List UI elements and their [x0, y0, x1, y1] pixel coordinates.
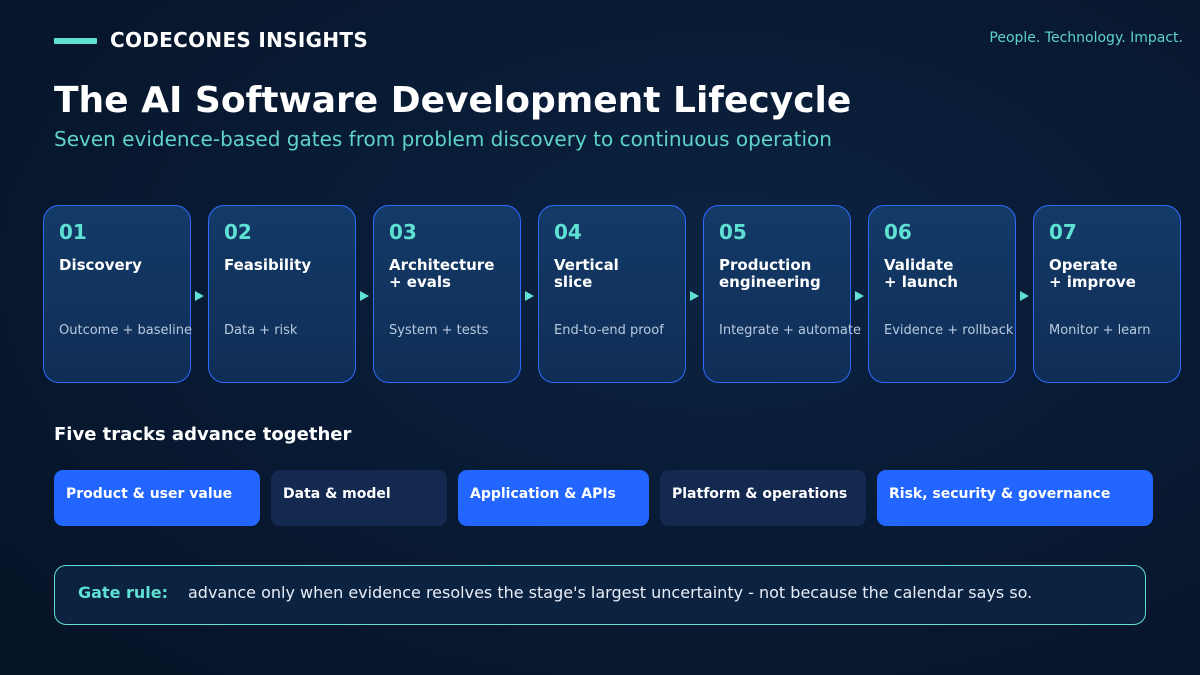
connector-arrow-icon: [195, 291, 204, 301]
track-product-user-value: Product & user value: [54, 470, 260, 526]
stage-number: 03: [389, 220, 417, 244]
stage-name: Feasibility: [224, 256, 312, 274]
page-subtitle: Seven evidence-based gates from problem …: [54, 127, 832, 151]
track-data-model: Data & model: [271, 470, 447, 526]
stage-description: Data + risk: [224, 323, 298, 338]
stage-number: 04: [554, 220, 582, 244]
connector-arrow-icon: [360, 291, 369, 301]
stage-card-operate-improve: 07 Operate + improve Monitor + learn: [1033, 205, 1181, 383]
stage-description: Integrate + automate: [719, 323, 861, 338]
stage-card-production-engineering: 05 Production engineering Integrate + au…: [703, 205, 861, 383]
track-risk-security-governance: Risk, security & governance: [877, 470, 1153, 526]
stage-description: End-to-end proof: [554, 323, 664, 338]
stage-number: 02: [224, 220, 252, 244]
connector-arrow-icon: [690, 291, 699, 301]
stage-number: 06: [884, 220, 912, 244]
tracks-section-title: Five tracks advance together: [54, 424, 352, 445]
stage-card-validate-launch: 06 Validate + launch Evidence + rollback: [868, 205, 1016, 383]
stage-number: 05: [719, 220, 747, 244]
gate-rule-text: advance only when evidence resolves the …: [188, 583, 1033, 602]
gate-rule-label: Gate rule:: [78, 583, 169, 602]
connector-arrow-icon: [1020, 291, 1029, 301]
stage-description: Monitor + learn: [1049, 323, 1151, 338]
page-title: The AI Software Development Lifecycle: [54, 80, 852, 121]
tagline: People. Technology. Impact.: [989, 30, 1183, 46]
stage-card-discovery: 01 Discovery Outcome + baseline: [43, 205, 192, 383]
stage-description: Evidence + rollback: [884, 323, 1014, 338]
track-platform-operations: Platform & operations: [660, 470, 866, 526]
stage-number: 07: [1049, 220, 1077, 244]
brand-name: CODECONES INSIGHTS: [110, 28, 369, 52]
stage-description: System + tests: [389, 323, 489, 338]
gate-rule-callout: Gate rule: advance only when evidence re…: [54, 565, 1146, 625]
stage-description: Outcome + baseline: [59, 323, 192, 338]
stage-name: Operate + improve: [1049, 256, 1136, 291]
stage-name: Discovery: [59, 256, 142, 274]
stage-card-vertical-slice: 04 Vertical slice End-to-end proof: [538, 205, 686, 383]
stage-card-feasibility: 02 Feasibility Data + risk: [208, 205, 356, 383]
stage-card-architecture: 03 Architecture + evals System + tests: [373, 205, 521, 383]
stage-name: Validate + launch: [884, 256, 958, 291]
connector-arrow-icon: [855, 291, 864, 301]
connector-arrow-icon: [525, 291, 534, 301]
stage-name: Architecture + evals: [389, 256, 495, 291]
track-application-apis: Application & APIs: [458, 470, 649, 526]
brand-accent-bar: [54, 38, 97, 44]
stage-name: Production engineering: [719, 256, 821, 291]
stage-number: 01: [59, 220, 87, 244]
stage-name: Vertical slice: [554, 256, 619, 291]
